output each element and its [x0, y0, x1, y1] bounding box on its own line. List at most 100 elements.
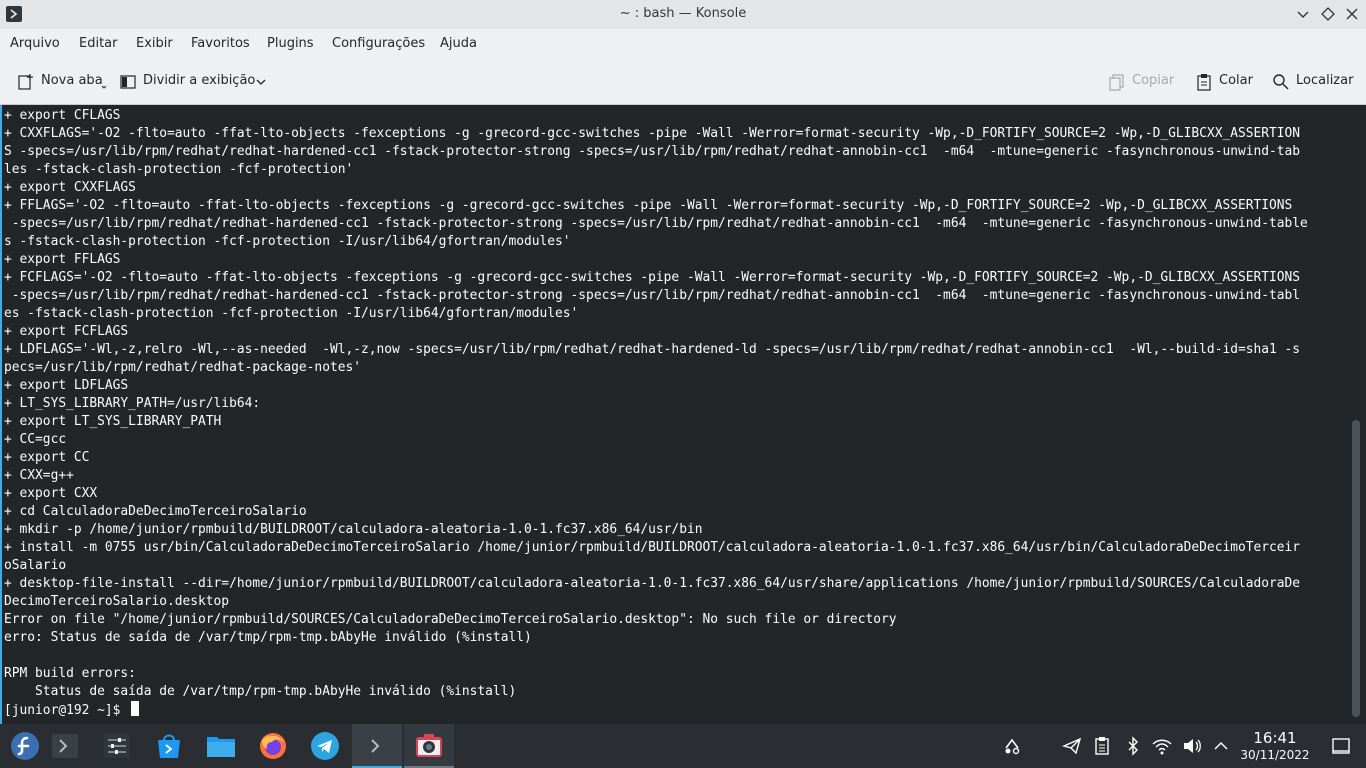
split-view-label: Dividir a exibição	[143, 73, 256, 88]
spectacle-task[interactable]	[404, 724, 454, 768]
close-button[interactable]	[1343, 5, 1361, 23]
terminal-focus-edge	[0, 105, 2, 724]
terminal-line: + export LDFLAGS	[4, 378, 129, 393]
discover-launcher[interactable]	[144, 724, 194, 768]
window-title: ~ : bash — Konsole	[619, 6, 747, 21]
bluetooth-icon[interactable]	[1123, 736, 1143, 756]
terminal-line: erro: Status de saída de /var/tmp/rpm-tm…	[4, 630, 532, 645]
terminal-line: + LT_SYS_LIBRARY_PATH=/usr/lib64:	[4, 396, 261, 411]
system-settings-launcher[interactable]	[92, 724, 142, 768]
menu-ajuda[interactable]: Ajuda	[440, 36, 477, 51]
terminal-line: + desktop-file-install --dir=/home/junio…	[4, 576, 1301, 591]
telegram-launcher[interactable]	[300, 724, 350, 768]
terminal-line: + mkdir -p /home/junior/rpmbuild/BUILDRO…	[4, 522, 703, 537]
split-view-button[interactable]: Dividir a exibição	[119, 72, 269, 92]
firefox-launcher[interactable]	[248, 724, 298, 768]
terminal-line: oSalario	[4, 558, 67, 573]
terminal-line: + cd CalculadoraDeDecimoTerceiroSalario	[4, 504, 307, 519]
find-label: Localizar	[1296, 73, 1354, 88]
konsole-launcher[interactable]	[40, 724, 90, 768]
chevron-up-icon[interactable]	[1211, 736, 1231, 756]
paste-label: Colar	[1219, 73, 1253, 88]
taskbar: 16:41 30/11/2022	[0, 724, 1366, 768]
firefox-icon	[260, 733, 286, 759]
search-icon	[1273, 74, 1289, 90]
system-settings-icon	[104, 734, 130, 758]
menu-favoritos[interactable]: Favoritos	[191, 36, 250, 51]
terminal-line: + export CXXFLAGS	[4, 180, 136, 195]
terminal-line: + export CC	[4, 450, 90, 465]
clock-time[interactable]: 16:41	[1240, 729, 1310, 747]
new-tab-icon	[18, 74, 33, 90]
clock-date[interactable]: 30/11/2022	[1236, 748, 1314, 762]
terminal-line: -specs=/usr/lib/rpm/redhat/redhat-harden…	[4, 216, 1308, 231]
split-view-icon	[120, 75, 136, 89]
terminal-line: + CC=gcc	[4, 432, 67, 447]
text-cursor	[131, 701, 140, 716]
terminal-line: + export LT_SYS_LIBRARY_PATH	[4, 414, 222, 429]
wifi-icon[interactable]	[1152, 736, 1172, 756]
minimize-button[interactable]	[1294, 5, 1312, 23]
konsole-task[interactable]	[352, 724, 402, 768]
terminal-output[interactable]: + export CFLAGS + CXXFLAGS='-O2 -flto=au…	[4, 107, 1344, 719]
terminal-view[interactable]: + export CFLAGS + CXXFLAGS='-O2 -flto=au…	[0, 105, 1366, 724]
show-desktop-icon[interactable]	[1331, 736, 1351, 756]
terminal-line: + export CFLAGS	[4, 108, 121, 123]
terminal-line: + FFLAGS='-O2 -flto=auto -ffat-lto-objec…	[4, 198, 1293, 213]
kdeconnect-icon[interactable]	[1002, 736, 1022, 756]
copy-label: Copiar	[1132, 73, 1175, 88]
menubar: Arquivo Editar Exibir Favoritos Plugins …	[0, 29, 1366, 59]
terminal-line: + export FFLAGS	[4, 252, 121, 267]
terminal-line: Status de saída de /var/tmp/rpm-tmp.bAby…	[4, 684, 517, 699]
folder-icon	[207, 737, 235, 757]
menu-editar[interactable]: Editar	[79, 36, 118, 51]
telegram-tray-icon[interactable]	[1062, 736, 1082, 756]
terminal-line: + LDFLAGS='-Wl,-z,relro -Wl,--as-needed …	[4, 342, 1301, 357]
terminal-line: es -fstack-clash-protection -fcf-protect…	[4, 306, 579, 321]
chevron-down-icon	[256, 79, 266, 85]
terminal-line: les -fstack-clash-protection -fcf-protec…	[4, 162, 354, 177]
terminal-prompt-line[interactable]: [junior@192 ~]$	[4, 701, 1344, 719]
copy-icon	[1109, 74, 1124, 91]
copy-button[interactable]: Copiar	[1108, 72, 1174, 92]
toolbar: Nova aba Dividir a exibição Copiar Colar…	[0, 59, 1366, 105]
window-titlebar[interactable]: ~ : bash — Konsole	[0, 0, 1366, 29]
terminal-line: -specs=/usr/lib/rpm/redhat/redhat-harden…	[4, 288, 1301, 303]
find-button[interactable]: Localizar	[1272, 72, 1354, 92]
terminal-line: RPM build errors:	[4, 666, 136, 681]
dolphin-launcher[interactable]	[196, 724, 246, 768]
clipboard-icon[interactable]	[1092, 736, 1112, 756]
fedora-launcher-icon	[11, 732, 39, 760]
menu-arquivo[interactable]: Arquivo	[10, 36, 60, 51]
terminal-line: S -specs=/usr/lib/rpm/redhat/redhat-hard…	[4, 144, 1301, 159]
maximize-button[interactable]	[1319, 5, 1337, 23]
diamond-icon	[1321, 7, 1335, 21]
terminal-line: + install -m 0755 usr/bin/CalculadoraDeD…	[4, 540, 1301, 555]
terminal-line: + export FCFLAGS	[4, 324, 129, 339]
spectacle-icon	[416, 734, 442, 757]
paste-icon	[1197, 74, 1211, 91]
terminal-line: + CXXFLAGS='-O2 -flto=auto -ffat-lto-obj…	[4, 126, 1301, 141]
new-tab-label: Nova aba	[41, 73, 103, 88]
terminal-line: + FCFLAGS='-O2 -flto=auto -ffat-lto-obje…	[4, 270, 1301, 285]
menu-configuracoes[interactable]: Configurações	[332, 36, 425, 51]
telegram-icon	[311, 732, 339, 760]
terminal-line: Error on file "/home/junior/rpmbuild/SOU…	[4, 612, 897, 627]
discover-store-icon	[158, 734, 180, 758]
terminal-line: + CXX=g++	[4, 468, 74, 483]
shell-prompt: [junior@192 ~]$	[4, 703, 129, 718]
paste-button[interactable]: Colar	[1195, 72, 1255, 92]
close-icon	[1346, 8, 1358, 20]
konsole-icon	[52, 734, 78, 758]
chevron-down-icon	[1297, 11, 1309, 18]
volume-icon[interactable]	[1182, 736, 1202, 756]
menu-exibir[interactable]: Exibir	[136, 36, 173, 51]
dropdown-arrow-icon	[101, 85, 107, 89]
terminal-scrollbar[interactable]	[1352, 420, 1360, 717]
terminal-line: s -fstack-clash-protection -fcf-protecti…	[4, 234, 571, 249]
menu-plugins[interactable]: Plugins	[267, 36, 314, 51]
terminal-line: + export CXX	[4, 486, 98, 501]
new-tab-button[interactable]: Nova aba	[17, 72, 107, 92]
terminal-line: DecimoTerceiroSalario.desktop	[4, 594, 230, 609]
